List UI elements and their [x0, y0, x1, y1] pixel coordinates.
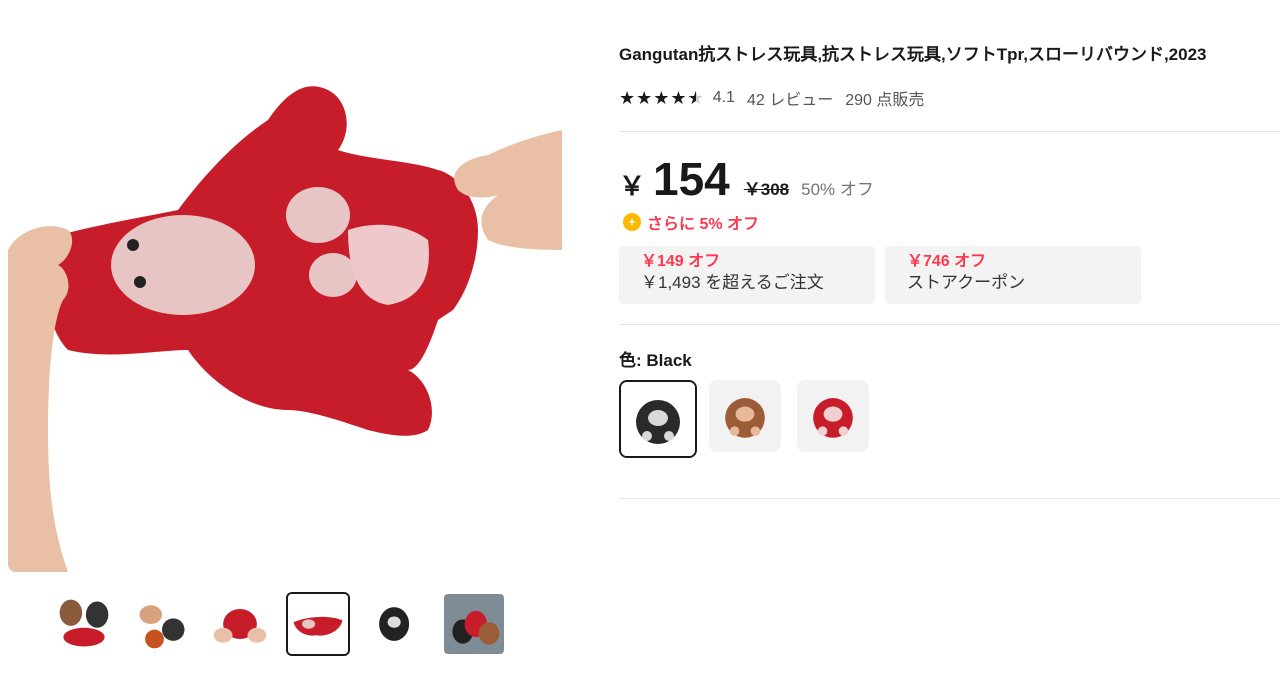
- star-icon: ★: [636, 88, 653, 108]
- coupon-description: ￥1,493 を超えるご注文: [641, 273, 824, 292]
- coupon-order-threshold[interactable]: ￥149 オフ ￥1,493 を超えるご注文: [619, 246, 875, 304]
- extra-discount[interactable]: + さらに 5% オフ: [623, 210, 759, 234]
- divider: [619, 498, 1280, 499]
- star-icon: ★: [619, 88, 636, 108]
- coupon-description: ストアクーポン: [907, 273, 1026, 292]
- current-price: 154: [653, 153, 730, 205]
- coin-icon: +: [623, 213, 641, 231]
- thumbnail-4-active[interactable]: [286, 592, 350, 656]
- thumbnail-strip: [52, 592, 520, 656]
- divider: [619, 131, 1280, 132]
- divider: [619, 324, 1280, 325]
- rating-value: 4.1: [712, 89, 735, 106]
- thumbnail-5[interactable]: [364, 592, 428, 656]
- original-price: ￥308: [743, 180, 790, 199]
- thumbnail-6[interactable]: [442, 592, 506, 656]
- half-star-icon: ★: [687, 88, 704, 108]
- rating-row: ★ ★ ★ ★ ★ 4.1 42 レビュー 290 点販売: [619, 86, 936, 110]
- discount-percent: 50% オフ: [801, 180, 874, 199]
- review-count-link[interactable]: 42 レビュー: [747, 86, 833, 110]
- color-swatches: [619, 380, 885, 458]
- coupon-store[interactable]: ￥746 オフ ストアクーポン: [885, 246, 1141, 304]
- product-gallery: [0, 0, 590, 688]
- product-title: Gangutan抗ストレス玩具,抗ストレス玩具,ソフトTpr,スローリバウンド,…: [619, 45, 1207, 64]
- coupon-amount: ￥149 オフ: [641, 253, 721, 270]
- swatch-black[interactable]: [619, 380, 697, 458]
- swatch-red[interactable]: [797, 380, 869, 452]
- coupon-amount: ￥746 オフ: [907, 253, 987, 270]
- sold-count: 290 点販売: [845, 92, 925, 109]
- thumbnail-3[interactable]: [208, 592, 272, 656]
- price-currency: ￥: [619, 171, 646, 201]
- swatch-brown[interactable]: [709, 380, 781, 452]
- star-icon: ★: [653, 88, 670, 108]
- main-product-image[interactable]: [8, 50, 562, 572]
- color-label: 色: Black: [619, 351, 692, 370]
- price-row: ￥ 154 ￥308 50% オフ: [619, 152, 874, 206]
- coupon-list: ￥149 オフ ￥1,493 を超えるご注文 ￥746 オフ ストアクーポン: [619, 246, 1151, 304]
- star-icon: ★: [670, 88, 687, 108]
- star-rating[interactable]: ★ ★ ★ ★ ★: [619, 88, 705, 108]
- thumbnail-1[interactable]: [52, 592, 116, 656]
- thumbnail-2[interactable]: [130, 592, 194, 656]
- extra-discount-label: さらに 5% オフ: [647, 216, 760, 233]
